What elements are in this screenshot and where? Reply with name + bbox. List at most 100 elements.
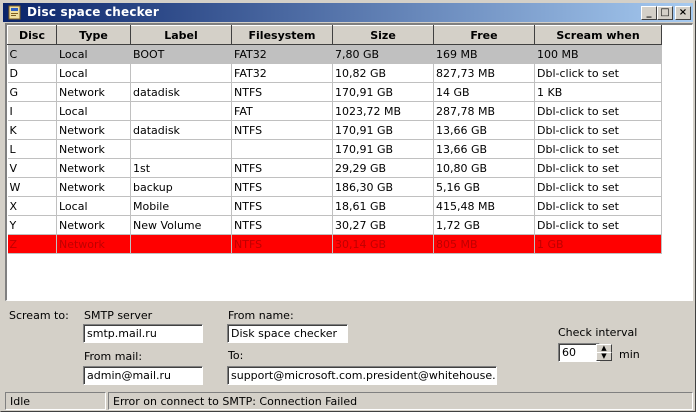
table-cell: Network bbox=[56, 177, 131, 197]
check-interval-unit: min bbox=[619, 348, 640, 361]
app-icon bbox=[8, 5, 21, 20]
table-row[interactable]: W Network backup NTFS 186,30 GB 5,16 GB Dbl-cl… bbox=[7, 177, 662, 197]
table-cell: G bbox=[7, 82, 57, 102]
table-cell bbox=[231, 139, 333, 159]
maximize-button[interactable]: □ bbox=[657, 6, 673, 20]
table-cell: 186,30 GB bbox=[332, 177, 434, 197]
main-window: Disc space checker _ □ × Disc Type Label Fi… bbox=[0, 0, 696, 412]
column-header[interactable]: Label bbox=[130, 25, 232, 45]
minimize-button[interactable]: _ bbox=[641, 6, 657, 20]
to-label: To: bbox=[228, 349, 244, 362]
table-cell: 13,66 GB bbox=[433, 120, 535, 140]
column-header[interactable]: Disc bbox=[7, 25, 57, 45]
close-button[interactable]: × bbox=[675, 6, 691, 20]
table-cell: Network bbox=[56, 158, 131, 178]
table-cell: backup bbox=[130, 177, 232, 197]
table-cell: FAT bbox=[231, 101, 333, 121]
column-header[interactable]: Free bbox=[433, 25, 535, 45]
table-cell: Local bbox=[56, 63, 131, 83]
window-title: Disc space checker bbox=[27, 5, 159, 19]
table-cell: Dbl-click to set bbox=[534, 196, 662, 216]
smtp-server-input[interactable]: smtp.mail.ru bbox=[83, 324, 203, 343]
smtp-server-label: SMTP server bbox=[84, 309, 153, 322]
table-cell bbox=[130, 101, 232, 121]
from-name-input[interactable]: Disk space checker bbox=[227, 324, 348, 343]
table-row[interactable]: X Local Mobile NTFS 18,61 GB 415,48 MB Dbl-cli… bbox=[7, 196, 662, 216]
table-cell: Z bbox=[7, 234, 57, 254]
from-mail-input[interactable]: admin@mail.ru bbox=[83, 366, 203, 385]
table-cell: Local bbox=[56, 44, 131, 64]
table-row[interactable]: G Network datadisk NTFS 170,91 GB 14 GB 1 KB bbox=[7, 82, 662, 102]
table-cell: 7,80 GB bbox=[332, 44, 434, 64]
table-cell: 805 MB bbox=[433, 234, 535, 254]
scream-to-label: Scream to: bbox=[9, 309, 69, 322]
table-cell: 1 KB bbox=[534, 82, 662, 102]
table-cell: 5,16 GB bbox=[433, 177, 535, 197]
table-cell: NTFS bbox=[231, 196, 333, 216]
table-cell: V bbox=[7, 158, 57, 178]
table-cell: Network bbox=[56, 234, 131, 254]
to-input[interactable]: support@microsoft.com.president@whitehou… bbox=[227, 366, 497, 385]
table-row[interactable]: I Local FAT 1023,72 MB 287,78 MB Dbl-click to… bbox=[7, 101, 662, 121]
title-bar[interactable]: Disc space checker _ □ × bbox=[3, 3, 693, 22]
spin-down-arrow-icon[interactable]: ▼ bbox=[596, 352, 612, 361]
table-cell: Network bbox=[56, 120, 131, 140]
table-cell: 170,91 GB bbox=[332, 82, 434, 102]
column-header[interactable]: Scream when bbox=[534, 25, 662, 45]
table-row[interactable]: Y Network New Volume NTFS 30,27 GB 1,72 GB Dbl… bbox=[7, 215, 662, 235]
table-cell: Network bbox=[56, 82, 131, 102]
table-cell: X bbox=[7, 196, 57, 216]
table-cell: Local bbox=[56, 101, 131, 121]
table-cell: L bbox=[7, 139, 57, 159]
status-message: Error on connect to SMTP: Connection Fai… bbox=[108, 392, 693, 410]
table-cell: 100 MB bbox=[534, 44, 662, 64]
table-cell: Dbl-click to set bbox=[534, 215, 662, 235]
table-cell: Dbl-click to set bbox=[534, 120, 662, 140]
table-cell: FAT32 bbox=[231, 63, 333, 83]
table-cell: 30,14 GB bbox=[332, 234, 434, 254]
table-cell: 10,82 GB bbox=[332, 63, 434, 83]
table-cell: 14 GB bbox=[433, 82, 535, 102]
status-state: Idle bbox=[5, 392, 106, 410]
table-cell: 10,80 GB bbox=[433, 158, 535, 178]
table-row[interactable]: Z Network NTFS 30,14 GB 805 MB 1 GB bbox=[7, 234, 662, 254]
disk-grid[interactable]: Disc Type Label Filesystem Size Free Scream wh… bbox=[5, 23, 693, 301]
table-cell: Dbl-click to set bbox=[534, 177, 662, 197]
table-cell: NTFS bbox=[231, 82, 333, 102]
table-row[interactable]: D Local FAT32 10,82 GB 827,73 MB Dbl-click to… bbox=[7, 63, 662, 83]
table-row[interactable]: C Local BOOT FAT32 7,80 GB 169 MB 100 MB bbox=[7, 44, 662, 64]
table-cell: 1,72 GB bbox=[433, 215, 535, 235]
column-header[interactable]: Size bbox=[332, 25, 434, 45]
table-cell: 1st bbox=[130, 158, 232, 178]
table-cell: 827,73 MB bbox=[433, 63, 535, 83]
from-name-label: From name: bbox=[228, 309, 294, 322]
table-cell: 30,27 GB bbox=[332, 215, 434, 235]
table-cell: FAT32 bbox=[231, 44, 333, 64]
table-cell: 29,29 GB bbox=[332, 158, 434, 178]
column-header[interactable]: Type bbox=[56, 25, 131, 45]
table-cell: Dbl-click to set bbox=[534, 101, 662, 121]
table-cell: Dbl-click to set bbox=[534, 158, 662, 178]
table-cell: BOOT bbox=[130, 44, 232, 64]
table-cell: Mobile bbox=[130, 196, 232, 216]
table-cell: D bbox=[7, 63, 57, 83]
table-cell: 170,91 GB bbox=[332, 139, 434, 159]
table-row[interactable]: L Network 170,91 GB 13,66 GB Dbl-click to se… bbox=[7, 139, 662, 159]
table-cell: K bbox=[7, 120, 57, 140]
table-cell: 170,91 GB bbox=[332, 120, 434, 140]
table-cell: 415,48 MB bbox=[433, 196, 535, 216]
status-bar: Idle Error on connect to SMTP: Connectio… bbox=[3, 392, 693, 410]
check-interval-label: Check interval bbox=[558, 326, 638, 339]
from-mail-label: From mail: bbox=[84, 350, 143, 363]
table-row[interactable]: V Network 1st NTFS 29,29 GB 10,80 GB Dbl-click… bbox=[7, 158, 662, 178]
table-cell: 13,66 GB bbox=[433, 139, 535, 159]
table-cell: NTFS bbox=[231, 177, 333, 197]
table-cell: New Volume bbox=[130, 215, 232, 235]
table-cell: NTFS bbox=[231, 234, 333, 254]
table-cell: Dbl-click to set bbox=[534, 63, 662, 83]
check-interval-input[interactable]: 60 bbox=[558, 343, 600, 362]
table-row[interactable]: K Network datadisk NTFS 170,91 GB 13,66 GB Dbl… bbox=[7, 120, 662, 140]
table-cell: datadisk bbox=[130, 120, 232, 140]
column-header[interactable]: Filesystem bbox=[231, 25, 333, 45]
table-cell: NTFS bbox=[231, 120, 333, 140]
